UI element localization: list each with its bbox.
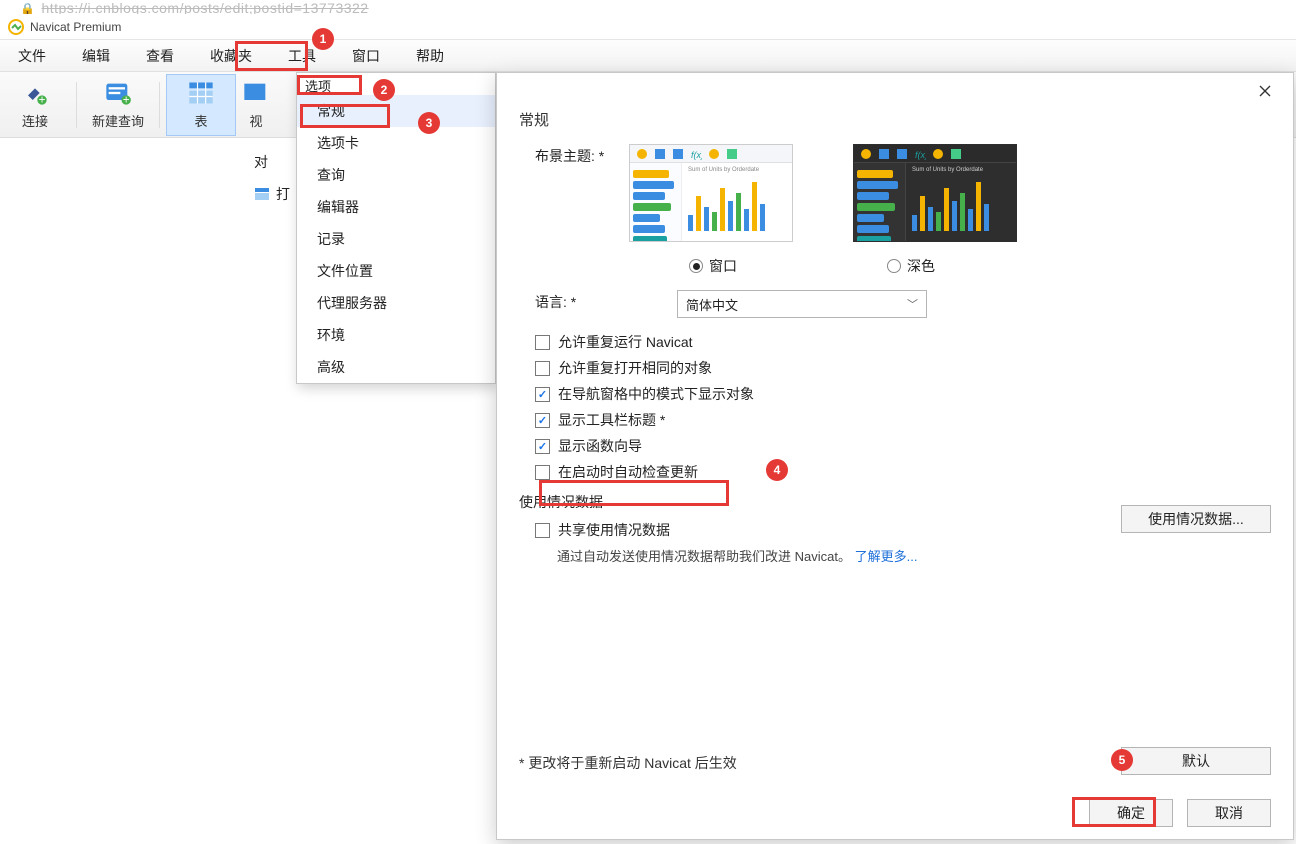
options-item-general[interactable]: 常规 (297, 95, 495, 127)
table-icon (187, 79, 215, 107)
preview-icon (672, 148, 684, 160)
preview-icon: f(x) (690, 148, 702, 160)
annotation-badge-5: 5 (1111, 749, 1133, 771)
toolbar-divider (159, 82, 160, 128)
preview-icon (860, 148, 872, 160)
options-dialog: 常规 布景主题: * f(x) (496, 72, 1294, 840)
options-item-proxy[interactable]: 代理服务器 (297, 287, 495, 319)
usage-help-text: 通过自动发送使用情况数据帮助我们改进 Navicat。 了解更多... (557, 546, 1271, 565)
view-icon (242, 79, 270, 107)
usage-data-button[interactable]: 使用情况数据... (1121, 505, 1271, 533)
table-open-icon (254, 186, 270, 202)
preview-icon (950, 148, 962, 160)
toolbar-new-query-label: 新建查询 (92, 111, 144, 130)
left-panel-tab-cut: 对 (254, 152, 268, 172)
menu-favorites[interactable]: 收藏夹 (192, 40, 270, 72)
plug-icon: + (21, 79, 49, 107)
menu-file[interactable]: 文件 (0, 40, 64, 72)
check-show-schema[interactable]: 在导航窗格中的模式下显示对象 (535, 384, 1271, 404)
options-item-tabs[interactable]: 选项卡 (297, 127, 495, 159)
annotation-badge-3: 3 (418, 112, 440, 134)
close-icon (1259, 85, 1271, 97)
svg-text:+: + (123, 94, 130, 107)
svg-text:f(x): f(x) (915, 150, 926, 160)
default-button[interactable]: 默认 (1121, 747, 1271, 775)
preview-icon (654, 148, 666, 160)
menu-help[interactable]: 帮助 (398, 40, 462, 72)
preview-icon (896, 148, 908, 160)
toolbar-view-label: 视 (249, 111, 262, 130)
options-item-records[interactable]: 记录 (297, 223, 495, 255)
options-item-query[interactable]: 查询 (297, 159, 495, 191)
check-auto-update[interactable]: 在启动时自动检查更新 (535, 462, 1271, 482)
preview-icon (878, 148, 890, 160)
left-panel-open-cut: 打 (254, 184, 290, 204)
theme-radio-window[interactable]: 窗口 (689, 256, 737, 276)
menu-edit[interactable]: 编辑 (64, 40, 128, 72)
query-icon: + (104, 79, 132, 107)
options-item-environment[interactable]: 环境 (297, 319, 495, 351)
app-title: Navicat Premium (30, 20, 121, 34)
svg-text:+: + (39, 94, 46, 107)
preview-icon (708, 148, 720, 160)
check-allow-dup-run[interactable]: 允许重复运行 Navicat (535, 332, 1271, 352)
language-label: 语言: * (519, 290, 629, 312)
toolbar-new-query[interactable]: + 新建查询 (83, 74, 153, 136)
dialog-heading: 常规 (519, 109, 1271, 130)
options-item-filelocation[interactable]: 文件位置 (297, 255, 495, 287)
chevron-down-icon: ﹀ (907, 296, 918, 312)
menu-bar: 文件 编辑 查看 收藏夹 工具 窗口 帮助 (0, 40, 1296, 72)
toolbar-view-cut[interactable]: 视 (236, 74, 276, 136)
preview-icon (636, 148, 648, 160)
annotation-badge-1: 1 (312, 28, 334, 50)
preview-icon (726, 148, 738, 160)
ok-button[interactable]: 确定 (1089, 799, 1173, 827)
restart-footnote: * 更改将于重新启动 Navicat 后生效 (519, 753, 737, 773)
options-item-editor[interactable]: 编辑器 (297, 191, 495, 223)
toolbar-connect[interactable]: + 连接 (0, 74, 70, 136)
toolbar-table-label: 表 (194, 111, 207, 130)
toolbar-connect-label: 连接 (22, 111, 48, 130)
svg-text:f(x): f(x) (691, 150, 702, 160)
app-logo-icon (8, 19, 24, 35)
theme-preview-dark[interactable]: f(x) (853, 144, 1017, 242)
preview-icon: f(x) (914, 148, 926, 160)
dialog-close-button[interactable] (1245, 77, 1285, 105)
preview-icon (932, 148, 944, 160)
options-item-advanced[interactable]: 高级 (297, 351, 495, 383)
check-allow-dup-open[interactable]: 允许重复打开相同的对象 (535, 358, 1271, 378)
toolbar-table[interactable]: 表 (166, 74, 236, 136)
learn-more-link[interactable]: 了解更多... (855, 549, 918, 564)
tools-dropdown-menu: 选项 常规 选项卡 查询 编辑器 记录 文件位置 代理服务器 环境 高级 (296, 72, 496, 384)
theme-label: 布景主题: * (519, 144, 629, 166)
title-bar: Navicat Premium (0, 14, 1296, 40)
check-show-toolbar-titles[interactable]: 显示工具栏标题 * (535, 410, 1271, 430)
check-show-func-wizard[interactable]: 显示函数向导 (535, 436, 1271, 456)
options-header[interactable]: 选项 (297, 79, 339, 94)
menu-view[interactable]: 查看 (128, 40, 192, 72)
toolbar-divider (76, 82, 77, 128)
theme-preview-light[interactable]: f(x) (629, 144, 793, 242)
theme-radio-dark[interactable]: 深色 (887, 256, 935, 276)
menu-window[interactable]: 窗口 (334, 40, 398, 72)
cancel-button[interactable]: 取消 (1187, 799, 1271, 827)
language-select[interactable]: 简体中文 ﹀ (677, 290, 927, 318)
annotation-badge-2: 2 (373, 79, 395, 101)
annotation-badge-4: 4 (766, 459, 788, 481)
